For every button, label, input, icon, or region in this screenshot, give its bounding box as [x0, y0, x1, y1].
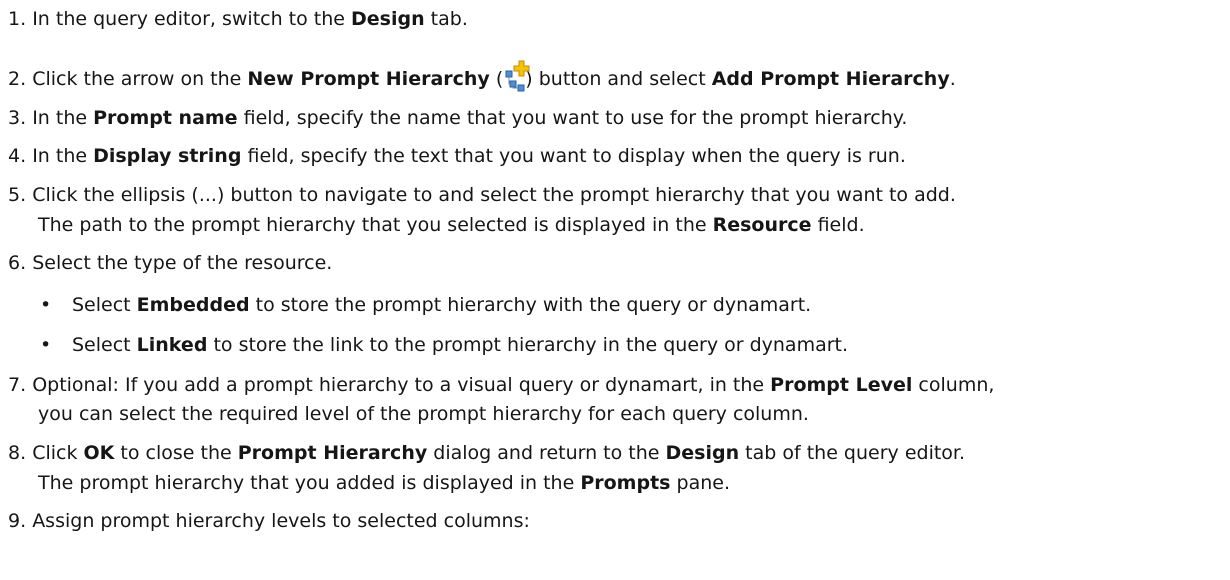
step-text: column, [912, 374, 995, 396]
step-number: 2. [8, 68, 27, 90]
step-number: 4. [8, 145, 27, 167]
step-text: ( [489, 68, 504, 90]
ok-term: OK [83, 442, 115, 464]
step-text: In the [32, 145, 94, 167]
step-2: 2. Click the arrow on the New Prompt Hie… [8, 60, 956, 92]
step-number: 3. [8, 107, 27, 129]
step-number: 8. [8, 442, 27, 464]
step-1: 1. In the query editor, switch to the De… [8, 6, 468, 32]
instruction-list: 1. In the query editor, switch to the De… [0, 0, 1230, 580]
step-text: Click the arrow on the [32, 68, 248, 90]
step-text: Assign prompt hierarchy levels to select… [32, 510, 530, 532]
prompt-name-term: Prompt name [93, 107, 238, 129]
linked-term: Linked [136, 334, 208, 356]
step-text: Click the ellipsis (...) button to navig… [32, 184, 956, 206]
bullet-linked: • Select Linked to store the link to the … [40, 332, 848, 358]
step-text: field, specify the text that you want to… [241, 145, 906, 167]
step-text: tab. [424, 8, 468, 30]
step-number: 7. [8, 374, 27, 396]
step-5: 5. Click the ellipsis (...) button to na… [8, 182, 956, 208]
prompt-level-term: Prompt Level [770, 374, 913, 396]
step-text: Click [32, 442, 84, 464]
step-text: The prompt hierarchy that you added is d… [38, 472, 581, 494]
step-text: In the [32, 107, 94, 129]
step-text: Select [72, 334, 137, 356]
step-text: to store the prompt hierarchy with the q… [249, 294, 812, 316]
step-text: tab of the query editor. [739, 442, 966, 464]
display-string-term: Display string [93, 145, 242, 167]
step-text: you can select the required level of the… [38, 403, 809, 425]
step-9: 9. Assign prompt hierarchy levels to sel… [8, 508, 530, 534]
step-text: to store the link to the prompt hierarch… [207, 334, 849, 356]
resource-term: Resource [712, 214, 812, 236]
step-text: Select [72, 294, 137, 316]
step-text: The path to the prompt hierarchy that yo… [38, 214, 713, 236]
step-text: . [949, 68, 956, 90]
step-4: 4. In the Display string field, specify … [8, 143, 906, 169]
bullet-marker: • [40, 334, 52, 356]
step-text: In the query editor, switch to the [32, 8, 352, 30]
step-text: Select the type of the resource. [32, 252, 333, 274]
embedded-term: Embedded [136, 294, 250, 316]
bullet-embedded: • Select Embedded to store the prompt hie… [40, 292, 811, 318]
step-7-continued: you can select the required level of the… [38, 401, 809, 427]
new-prompt-hierarchy-term: New Prompt Hierarchy [247, 68, 490, 90]
step-text: ) button and select [525, 68, 712, 90]
design-tab-term: Design [351, 8, 425, 30]
step-8-result: The prompt hierarchy that you added is d… [38, 470, 730, 496]
step-text: to close the [114, 442, 238, 464]
step-6: 6. Select the type of the resource. [8, 250, 332, 276]
step-8: 8. Click OK to close the Prompt Hierarch… [8, 440, 965, 466]
step-text: dialog and return to the [427, 442, 666, 464]
new-prompt-hierarchy-icon [504, 60, 530, 92]
design-tab-term: Design [665, 442, 740, 464]
step-3: 3. In the Prompt name field, specify the… [8, 105, 907, 131]
step-text: pane. [670, 472, 730, 494]
step-number: 6. [8, 252, 27, 274]
prompt-hierarchy-term: Prompt Hierarchy [237, 442, 428, 464]
step-text: field, specify the name that you want to… [237, 107, 908, 129]
add-prompt-hierarchy-term: Add Prompt Hierarchy [711, 68, 950, 90]
step-number: 9. [8, 510, 27, 532]
step-number: 1. [8, 8, 27, 30]
bullet-marker: • [40, 294, 52, 316]
step-number: 5. [8, 184, 27, 206]
prompts-pane-term: Prompts [580, 472, 671, 494]
step-text: field. [811, 214, 865, 236]
step-7: 7. Optional: If you add a prompt hierarc… [8, 372, 994, 398]
step-text: Optional: If you add a prompt hierarchy … [32, 374, 771, 396]
step-5-result: The path to the prompt hierarchy that yo… [38, 212, 865, 238]
